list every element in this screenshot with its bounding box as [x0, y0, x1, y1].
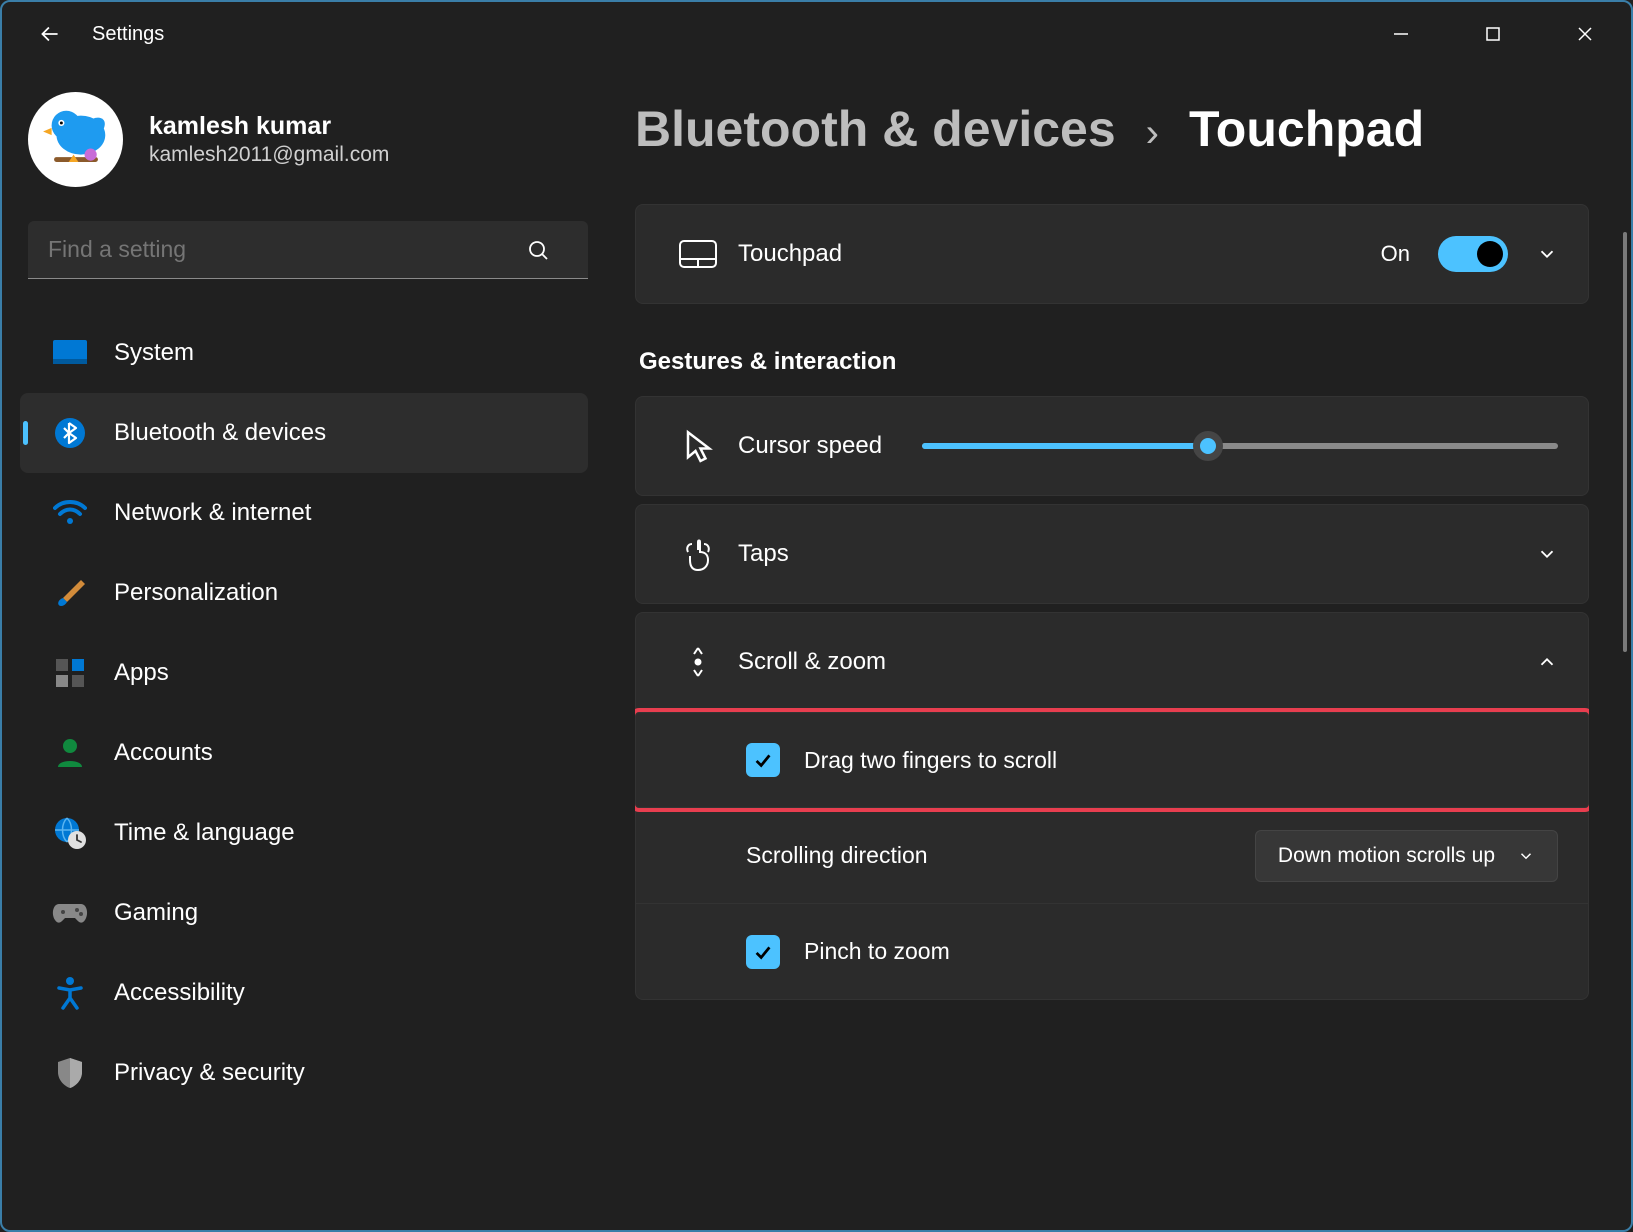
- breadcrumb: Bluetooth & devices › Touchpad: [635, 100, 1589, 158]
- touchpad-icon: [666, 239, 730, 269]
- sidebar-item-gaming[interactable]: Gaming: [20, 873, 588, 953]
- sidebar-item-time-language[interactable]: Time & language: [20, 793, 588, 873]
- search-wrap: [28, 221, 572, 279]
- cursor-speed-card: Cursor speed: [635, 396, 1589, 496]
- search-input[interactable]: [28, 221, 588, 279]
- user-name: kamlesh kumar: [149, 112, 389, 141]
- gestures-heading: Gestures & interaction: [639, 348, 1589, 376]
- chevron-right-icon: ›: [1146, 111, 1159, 156]
- cursor-speed-label: Cursor speed: [738, 432, 882, 460]
- touchpad-toggle-card[interactable]: Touchpad On: [635, 204, 1589, 304]
- sidebar-item-apps[interactable]: Apps: [20, 633, 588, 713]
- scrollbar[interactable]: [1623, 232, 1627, 652]
- scroll-zoom-label: Scroll & zoom: [738, 648, 886, 676]
- sidebar-item-label: System: [114, 339, 194, 367]
- touchpad-label: Touchpad: [738, 240, 842, 268]
- taps-label: Taps: [738, 540, 789, 568]
- chevron-down-icon[interactable]: [1536, 243, 1558, 265]
- cursor-icon: [666, 428, 730, 464]
- shield-icon: [48, 1056, 92, 1090]
- breadcrumb-current: Touchpad: [1189, 100, 1424, 158]
- scroll-zoom-card[interactable]: Scroll & zoom: [635, 612, 1589, 712]
- drag-two-fingers-row[interactable]: Drag two fingers to scroll: [635, 712, 1589, 808]
- touchpad-toggle[interactable]: [1438, 236, 1508, 272]
- sidebar-item-accounts[interactable]: Accounts: [20, 713, 588, 793]
- accessibility-icon: [48, 976, 92, 1010]
- drag-two-fingers-checkbox[interactable]: [746, 743, 780, 777]
- user-email: kamlesh2011@gmail.com: [149, 143, 389, 167]
- dropdown-value: Down motion scrolls up: [1278, 844, 1495, 868]
- sidebar-item-label: Bluetooth & devices: [114, 419, 326, 447]
- minimize-button[interactable]: [1355, 2, 1447, 66]
- person-icon: [48, 737, 92, 769]
- cursor-speed-slider[interactable]: [922, 443, 1558, 449]
- scrolling-direction-label: Scrolling direction: [746, 842, 928, 869]
- pinch-zoom-label: Pinch to zoom: [804, 938, 950, 965]
- search-icon: [526, 238, 550, 262]
- sidebar-item-label: Accessibility: [114, 979, 245, 1007]
- sidebar-item-personalization[interactable]: Personalization: [20, 553, 588, 633]
- maximize-icon: [1484, 25, 1502, 43]
- sidebar-item-system[interactable]: System: [20, 313, 588, 393]
- sidebar-item-label: Gaming: [114, 899, 198, 927]
- sidebar-item-privacy-security[interactable]: Privacy & security: [20, 1033, 588, 1113]
- arrow-left-icon: [37, 21, 63, 47]
- user-profile[interactable]: kamlesh kumar kamlesh2011@gmail.com: [0, 80, 600, 211]
- paintbrush-icon: [48, 576, 92, 610]
- sidebar-item-network[interactable]: Network & internet: [20, 473, 588, 553]
- drag-two-fingers-label: Drag two fingers to scroll: [804, 747, 1057, 774]
- close-icon: [1576, 25, 1594, 43]
- sidebar-item-label: Time & language: [114, 819, 295, 847]
- toggle-state-text: On: [1381, 241, 1410, 267]
- avatar: [28, 92, 123, 187]
- breadcrumb-parent[interactable]: Bluetooth & devices: [635, 100, 1116, 158]
- chevron-down-icon[interactable]: [1536, 543, 1558, 565]
- pinch-zoom-row[interactable]: Pinch to zoom: [635, 904, 1589, 1000]
- check-icon: [752, 749, 774, 771]
- wifi-icon: [48, 500, 92, 526]
- scrolling-direction-row: Scrolling direction Down motion scrolls …: [635, 808, 1589, 904]
- globe-clock-icon: [48, 816, 92, 850]
- window-controls: [1355, 2, 1631, 66]
- maximize-button[interactable]: [1447, 2, 1539, 66]
- sidebar-item-accessibility[interactable]: Accessibility: [20, 953, 588, 1033]
- sidebar-item-label: Accounts: [114, 739, 213, 767]
- minimize-icon: [1392, 25, 1410, 43]
- chevron-down-icon: [1517, 847, 1535, 865]
- sidebar-item-label: Personalization: [114, 579, 278, 607]
- check-icon: [752, 941, 774, 963]
- bird-avatar-icon: [37, 101, 115, 179]
- bluetooth-icon: [48, 417, 92, 449]
- window-title: Settings: [92, 23, 164, 46]
- close-button[interactable]: [1539, 2, 1631, 66]
- taps-card[interactable]: Taps: [635, 504, 1589, 604]
- chevron-up-icon[interactable]: [1536, 651, 1558, 673]
- sidebar-item-label: Privacy & security: [114, 1059, 305, 1087]
- gamepad-icon: [48, 900, 92, 926]
- tap-icon: [666, 536, 730, 572]
- display-icon: [48, 339, 92, 367]
- sidebar-item-bluetooth-devices[interactable]: Bluetooth & devices: [20, 393, 588, 473]
- sidebar-nav: System Bluetooth & devices Network & int…: [0, 309, 600, 1113]
- scrolling-direction-dropdown[interactable]: Down motion scrolls up: [1255, 830, 1558, 882]
- titlebar: Settings: [2, 2, 1631, 66]
- apps-icon: [48, 657, 92, 689]
- sidebar-item-label: Network & internet: [114, 499, 311, 527]
- back-button[interactable]: [30, 14, 70, 54]
- pinch-zoom-checkbox[interactable]: [746, 935, 780, 969]
- scroll-icon: [666, 644, 730, 680]
- sidebar-item-label: Apps: [114, 659, 169, 687]
